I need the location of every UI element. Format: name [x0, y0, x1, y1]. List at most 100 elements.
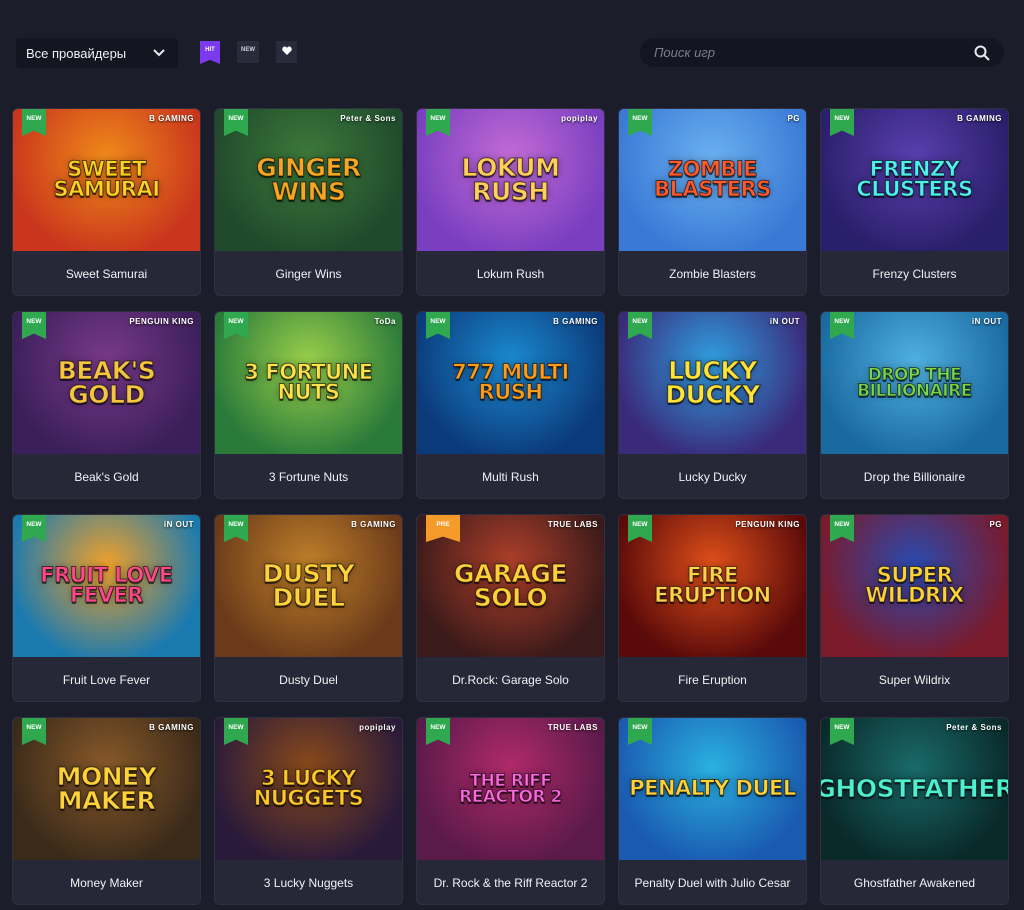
new-badge: NEW	[22, 718, 46, 745]
game-card[interactable]: Beak's GOLD NEW PENGUIN KING Beak's Gold	[12, 311, 201, 499]
game-title: Sweet Samurai	[65, 267, 148, 281]
game-thumbnail[interactable]: LUCKY DUCKY NEW iN OUT	[619, 312, 806, 454]
game-thumbnail[interactable]: PENALTY DUEL NEW	[619, 718, 806, 860]
game-title: Penalty Duel with Julio Cesar	[634, 876, 791, 890]
game-thumbnail[interactable]: DUSTY DUEL NEW B GAMING	[215, 515, 402, 657]
new-badge: NEW	[628, 515, 652, 542]
game-thumbnail[interactable]: 3 LUCKY NUGGETS NEW popiplay	[215, 718, 402, 860]
favorites-filter-button[interactable]	[276, 41, 297, 63]
game-title: Fire Eruption	[678, 673, 747, 687]
game-card[interactable]: SWEET SAMURAI NEW B GAMING Sweet Samurai	[12, 108, 201, 296]
game-card[interactable]: THE RIFF REACTOR 2 NEW TRUE LABS Dr. Rock &…	[416, 717, 605, 905]
game-thumbnail[interactable]: GHOSTFATHER NEW Peter & Sons	[821, 718, 1008, 860]
game-card[interactable]: Lokum Rush NEW popiplay Lokum Rush	[416, 108, 605, 296]
game-thumbnail[interactable]: DROP THE BILLIONAIRE NEW iN OUT	[821, 312, 1008, 454]
provider-logo: popiplay	[359, 723, 396, 732]
new-filter-button[interactable]: NEW	[237, 41, 259, 63]
game-title: 3 Fortune Nuts	[268, 470, 349, 484]
game-card[interactable]: LUCKY DUCKY NEW iN OUT Lucky Ducky	[618, 311, 807, 499]
game-title: Dusty Duel	[279, 673, 338, 687]
new-badge: NEW	[628, 312, 652, 339]
game-card[interactable]: 3 FORTUNE NUTS NEW ToDa 3 Fortune Nuts	[214, 311, 403, 499]
game-logo-text: Beak's GOLD	[57, 356, 156, 409]
game-thumbnail[interactable]: SUPER WILDRIX NEW PG	[821, 515, 1008, 657]
provider-logo: PG	[989, 520, 1002, 529]
game-card[interactable]: FIRE ERUPTION NEW PENGUIN KING Fire Eruptio…	[618, 514, 807, 702]
game-title: Ghostfather Awakened	[853, 876, 976, 890]
provider-logo: Peter & Sons	[340, 114, 396, 123]
game-thumbnail[interactable]: SWEET SAMURAI NEW B GAMING	[13, 109, 200, 251]
game-logo-text: FIRE ERUPTION	[654, 563, 772, 607]
search-icon[interactable]	[974, 45, 990, 61]
provider-dropdown[interactable]: Все провайдеры	[16, 38, 178, 68]
game-logo-text: Lokum Rush	[461, 153, 560, 206]
new-badge: NEW	[426, 718, 450, 745]
new-badge: NEW	[830, 718, 854, 745]
provider-dropdown-label: Все провайдеры	[26, 45, 127, 61]
new-badge: NEW	[426, 312, 450, 339]
game-card[interactable]: SUPER WILDRIX NEW PG Super Wildrix	[820, 514, 1009, 702]
game-thumbnail[interactable]: MONEY MAKER NEW B GAMING	[13, 718, 200, 860]
provider-logo: Peter & Sons	[946, 723, 1002, 732]
game-title: Multi Rush	[482, 470, 539, 484]
game-card[interactable]: 3 LUCKY NUGGETS NEW popiplay 3 Lucky Nugget…	[214, 717, 403, 905]
game-card[interactable]: PENALTY DUEL NEW Penalty Duel with Julio C…	[618, 717, 807, 905]
game-logo-text: SWEET SAMURAI	[53, 157, 161, 201]
game-card[interactable]: 777 MULTI RUSH NEW B GAMING Multi Rush	[416, 311, 605, 499]
game-thumbnail[interactable]: 777 MULTI RUSH NEW B GAMING	[417, 312, 604, 454]
game-card[interactable]: GHOSTFATHER NEW Peter & Sons Ghostfather Aw…	[820, 717, 1009, 905]
game-card[interactable]: ZOMBIE BLASTERS NEW PG Zombie Blasters	[618, 108, 807, 296]
game-title: Lucky Ducky	[678, 470, 747, 484]
game-logo-text: THE RIFF REACTOR 2	[459, 770, 563, 807]
pre-badge: PRE	[426, 515, 460, 542]
game-card[interactable]: GARAGE SOLO PRE TRUE LABS Dr.Rock: Garage S…	[416, 514, 605, 702]
game-card[interactable]: DROP THE BILLIONAIRE NEW iN OUT Drop the Bi…	[820, 311, 1009, 499]
game-card[interactable]: FRENZY CLUSTERS NEW B GAMING Frenzy Cluster…	[820, 108, 1009, 296]
new-badge: NEW	[224, 109, 248, 136]
new-badge: NEW	[224, 312, 248, 339]
game-logo-text: 777 MULTI RUSH	[452, 360, 570, 404]
provider-logo: iN OUT	[163, 520, 194, 529]
game-thumbnail[interactable]: ZOMBIE BLASTERS NEW PG	[619, 109, 806, 251]
provider-logo: popiplay	[561, 114, 598, 123]
games-grid: SWEET SAMURAI NEW B GAMING Sweet Samurai GIN…	[12, 108, 1009, 905]
new-badge: NEW	[22, 109, 46, 136]
provider-logo: B GAMING	[957, 114, 1002, 123]
game-logo-text: 3 FORTUNE NUTS	[244, 360, 374, 404]
game-thumbnail[interactable]: THE RIFF REACTOR 2 NEW TRUE LABS	[417, 718, 604, 860]
provider-logo: B GAMING	[351, 520, 396, 529]
game-logo-text: ZOMBIE BLASTERS	[654, 157, 772, 201]
game-logo-text: GINGER WINS	[256, 153, 362, 206]
game-thumbnail[interactable]: FIRE ERUPTION NEW PENGUIN KING	[619, 515, 806, 657]
game-logo-text: FRENZY CLUSTERS	[856, 157, 974, 201]
new-badge: NEW	[22, 515, 46, 542]
game-thumbnail[interactable]: Beak's GOLD NEW PENGUIN KING	[13, 312, 200, 454]
top-bar: Все провайдеры HIT NEW	[0, 0, 1024, 100]
game-thumbnail[interactable]: FRUIT LOVE FEVER NEW iN OUT	[13, 515, 200, 657]
provider-logo: PG	[787, 114, 800, 123]
game-card[interactable]: DUSTY DUEL NEW B GAMING Dusty Duel	[214, 514, 403, 702]
hit-filter-button[interactable]: HIT	[200, 41, 220, 64]
game-card[interactable]: GINGER WINS NEW Peter & Sons Ginger Wins	[214, 108, 403, 296]
new-badge: NEW	[830, 109, 854, 136]
new-badge: NEW	[628, 109, 652, 136]
search-input[interactable]	[654, 45, 974, 60]
game-thumbnail[interactable]: Lokum Rush NEW popiplay	[417, 109, 604, 251]
new-badge: NEW	[224, 515, 248, 542]
provider-logo: ToDa	[374, 317, 396, 326]
game-thumbnail[interactable]: 3 FORTUNE NUTS NEW ToDa	[215, 312, 402, 454]
game-thumbnail[interactable]: GINGER WINS NEW Peter & Sons	[215, 109, 402, 251]
new-badge: NEW	[830, 312, 854, 339]
game-thumbnail[interactable]: GARAGE SOLO PRE TRUE LABS	[417, 515, 604, 657]
game-card[interactable]: FRUIT LOVE FEVER NEW iN OUT Fruit Love Feve…	[12, 514, 201, 702]
new-badge: NEW	[628, 718, 652, 745]
new-badge: NEW	[830, 515, 854, 542]
provider-logo: B GAMING	[553, 317, 598, 326]
provider-logo: PENGUIN KING	[735, 520, 800, 529]
provider-logo: TRUE LABS	[547, 723, 598, 732]
game-thumbnail[interactable]: FRENZY CLUSTERS NEW B GAMING	[821, 109, 1008, 251]
provider-logo: B GAMING	[149, 723, 194, 732]
provider-logo: PENGUIN KING	[129, 317, 194, 326]
game-card[interactable]: MONEY MAKER NEW B GAMING Money Maker	[12, 717, 201, 905]
game-title: Drop the Billionaire	[863, 470, 966, 484]
